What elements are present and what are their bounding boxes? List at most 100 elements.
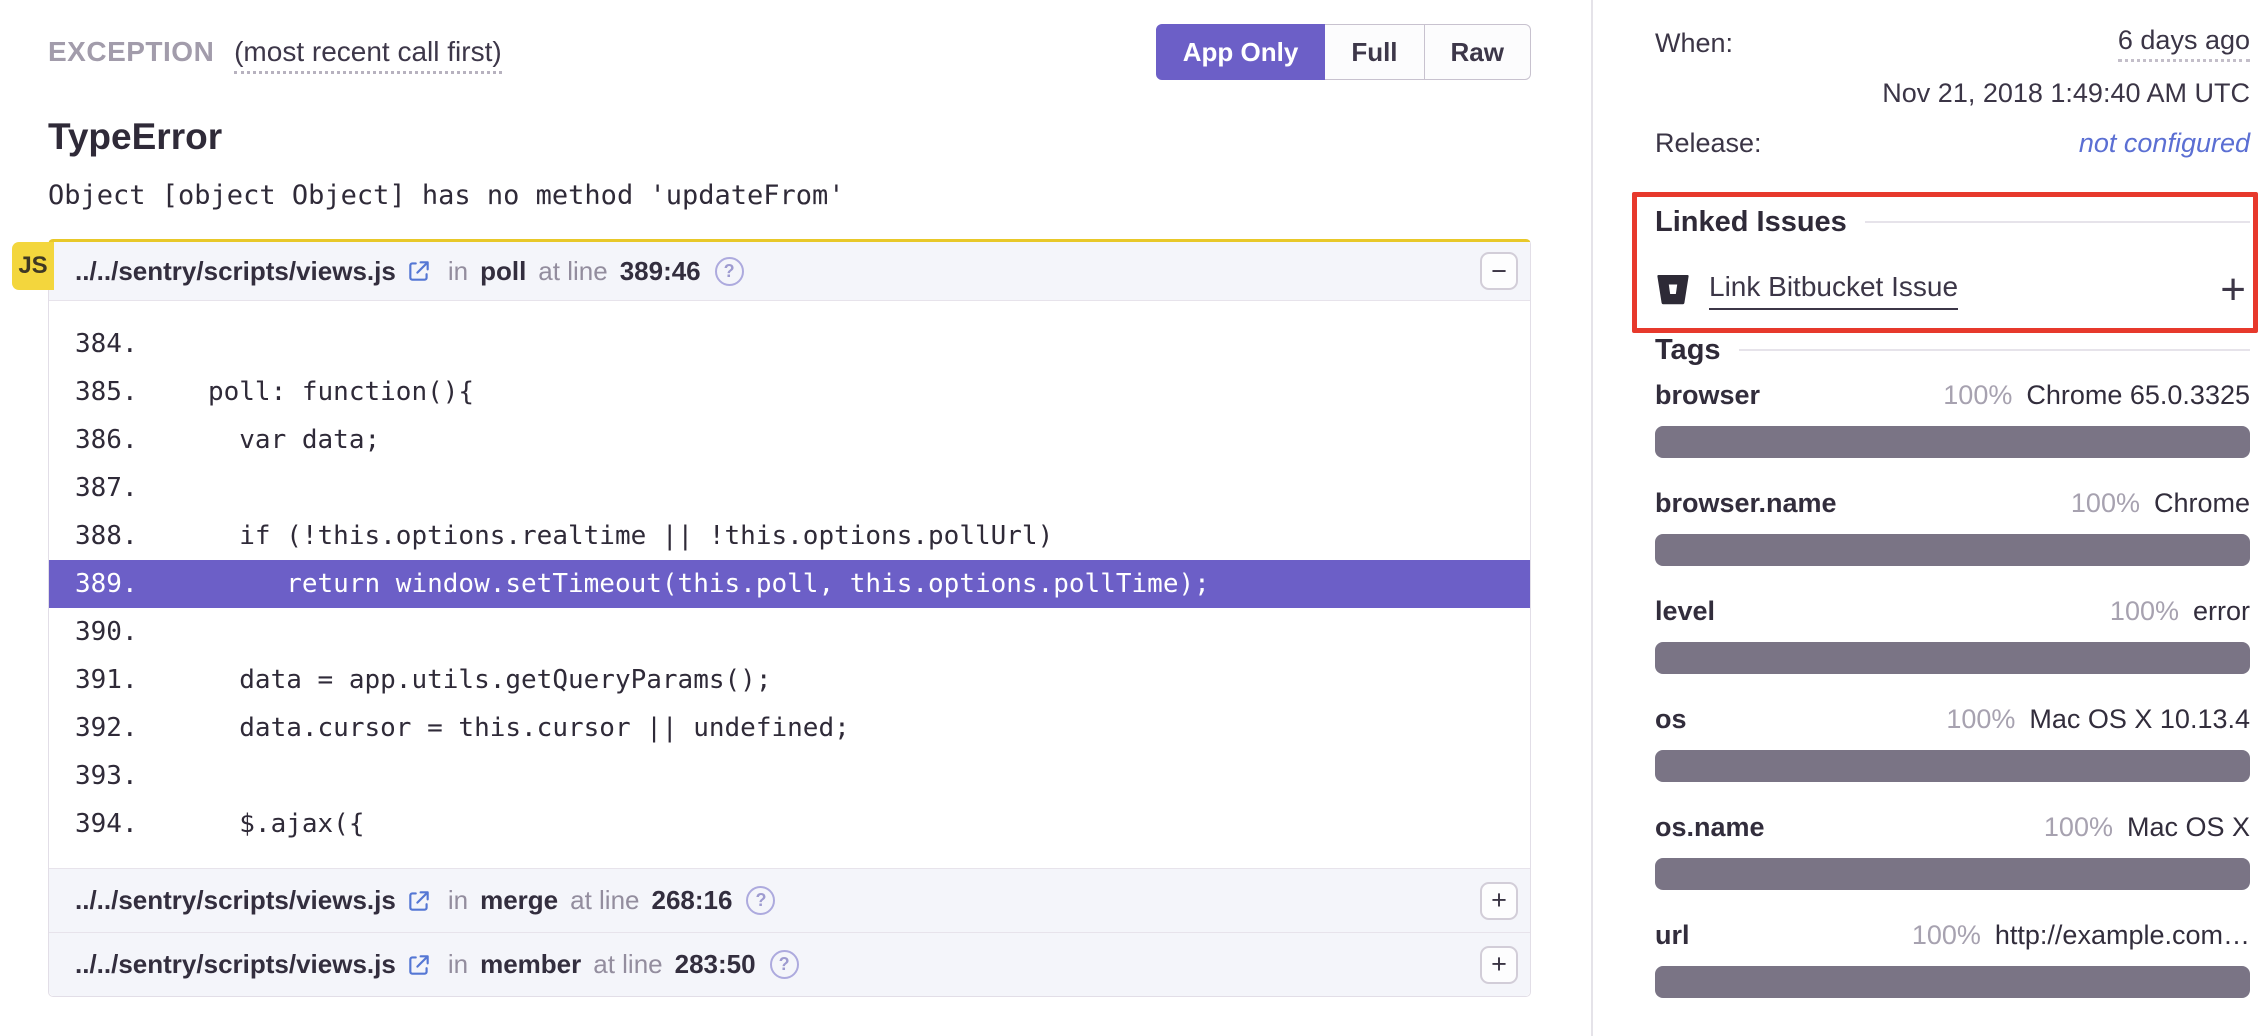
- collapse-frame-button[interactable]: −: [1480, 252, 1518, 290]
- help-question-icon[interactable]: ?: [770, 950, 799, 979]
- tag-key: os.name: [1655, 812, 1765, 843]
- call-order-toggle[interactable]: (most recent call first): [234, 36, 502, 74]
- tag-percent: 100%: [1912, 920, 1981, 951]
- when-relative-time[interactable]: 6 days ago: [2118, 25, 2250, 62]
- frame-file-path: ../../sentry/scripts/views.js: [75, 885, 396, 916]
- code-line-number: 387.: [49, 473, 161, 503]
- code-line-text: poll: function(){: [161, 377, 474, 407]
- stack-frame-header-member[interactable]: ../../sentry/scripts/views.js in member …: [49, 932, 1530, 996]
- frame-at-line-label: at line: [570, 885, 639, 916]
- tag-value: Chrome: [2154, 488, 2250, 519]
- frame-in-label: in: [448, 949, 468, 980]
- platform-js-badge: JS: [12, 242, 54, 290]
- frame-line-number: 268:16: [652, 885, 733, 916]
- frame-at-line-label: at line: [593, 949, 662, 980]
- tag-row-header: browser.name100%Chrome: [1655, 488, 2250, 524]
- code-line-number: 386.: [49, 425, 161, 455]
- tags-heading: Tags: [1655, 326, 2250, 374]
- tag-distribution-bar[interactable]: [1655, 750, 2250, 782]
- when-row: When: 6 days ago: [1655, 18, 2250, 68]
- code-line-number: 391.: [49, 665, 161, 695]
- tag-value: http://example.com…: [1995, 920, 2250, 951]
- tag-key: url: [1655, 920, 1690, 951]
- frame-function-name: member: [480, 949, 581, 980]
- frame-at-line-label: at line: [538, 256, 607, 287]
- code-line-number: 384.: [49, 329, 161, 359]
- code-line: 388. if (!this.options.realtime || !this…: [49, 512, 1530, 560]
- code-line: 387.: [49, 464, 1530, 512]
- error-message: Object [object Object] has no method 'up…: [48, 180, 1531, 211]
- code-line-number: 388.: [49, 521, 161, 551]
- tag-row-header: url 100% http://example.com…: [1655, 920, 2250, 956]
- when-label: When:: [1655, 28, 1733, 59]
- code-line: 392. data.cursor = this.cursor || undefi…: [49, 704, 1530, 752]
- view-toggle-app-only[interactable]: App Only: [1156, 24, 1326, 80]
- code-line: 390.: [49, 608, 1530, 656]
- code-line-number: 393.: [49, 761, 161, 791]
- code-line-text: data.cursor = this.cursor || undefined;: [161, 713, 850, 743]
- tag-row-os: os100%Mac OS X 10.13.4: [1655, 704, 2250, 782]
- tag-value: Mac OS X 10.13.4: [2029, 704, 2250, 735]
- stack-frame-header-poll[interactable]: ../../sentry/scripts/views.js in poll at…: [49, 242, 1530, 300]
- event-sidebar: When: 6 days ago Nov 21, 2018 1:49:40 AM…: [1655, 0, 2250, 1028]
- external-link-icon[interactable]: [406, 888, 432, 914]
- when-absolute-time: Nov 21, 2018 1:49:40 AM UTC: [1655, 68, 2250, 118]
- help-question-icon[interactable]: ?: [715, 257, 744, 286]
- code-line: 393.: [49, 752, 1530, 800]
- stack-frame-header-merge[interactable]: ../../sentry/scripts/views.js in merge a…: [49, 868, 1530, 932]
- frame-line-number: 389:46: [620, 256, 701, 287]
- release-value: not configured: [2079, 128, 2250, 159]
- section-label: EXCEPTION: [48, 36, 214, 67]
- frame-line-number: 283:50: [675, 949, 756, 980]
- bitbucket-icon: [1655, 272, 1691, 308]
- tag-distribution-bar[interactable]: [1655, 858, 2250, 890]
- frame-in-label: in: [448, 885, 468, 916]
- release-row: Release: not configured: [1655, 118, 2250, 168]
- code-line: 385. poll: function(){: [49, 368, 1530, 416]
- tag-row-browser.name: browser.name100%Chrome: [1655, 488, 2250, 566]
- tag-percent: 100%: [2071, 488, 2140, 519]
- add-linked-issue-button[interactable]: +: [2220, 268, 2246, 312]
- tag-value: error: [2193, 596, 2250, 627]
- tag-row-level: level 100% error: [1655, 596, 2250, 674]
- external-link-icon[interactable]: [406, 258, 432, 284]
- code-line: 391. data = app.utils.getQueryParams();: [49, 656, 1530, 704]
- external-link-icon[interactable]: [406, 952, 432, 978]
- code-line: 394. $.ajax({: [49, 800, 1530, 848]
- tag-percent: 100%: [2110, 596, 2179, 627]
- code-line: 386. var data;: [49, 416, 1530, 464]
- tag-percent: 100%: [1943, 380, 2012, 411]
- exception-panel: EXCEPTION (most recent call first) App O…: [48, 0, 1531, 997]
- code-line-text: var data;: [161, 425, 380, 455]
- linked-issues-title: Linked Issues: [1655, 206, 1847, 239]
- tag-row-os.name: os.name100%Mac OS X: [1655, 812, 2250, 890]
- tag-distribution-bar[interactable]: [1655, 426, 2250, 458]
- release-label: Release:: [1655, 128, 1762, 159]
- link-bitbucket-issue-link[interactable]: Link Bitbucket Issue: [1709, 271, 1958, 310]
- heading-rule: [1739, 349, 2250, 351]
- content-sidebar-divider: [1591, 0, 1593, 1036]
- code-line-highlighted: 389. return window.setTimeout(this.poll,…: [49, 560, 1530, 608]
- tag-key: browser: [1655, 380, 1760, 411]
- help-question-icon[interactable]: ?: [746, 886, 775, 915]
- view-toggle-raw[interactable]: Raw: [1425, 24, 1531, 80]
- tag-distribution-bar[interactable]: [1655, 642, 2250, 674]
- tag-row-header: level 100% error: [1655, 596, 2250, 632]
- code-line-text: $.ajax({: [161, 809, 365, 839]
- heading-rule: [1865, 221, 2250, 223]
- frame-in-label: in: [448, 256, 468, 287]
- tag-key: level: [1655, 596, 1715, 627]
- tag-distribution-bar[interactable]: [1655, 966, 2250, 998]
- expand-frame-button[interactable]: +: [1480, 946, 1518, 984]
- frame-function-name: merge: [480, 885, 558, 916]
- tag-row-header: os.name100%Mac OS X: [1655, 812, 2250, 848]
- linked-issues-heading: Linked Issues: [1655, 198, 2250, 246]
- tag-distribution-bar[interactable]: [1655, 534, 2250, 566]
- expand-frame-button[interactable]: +: [1480, 882, 1518, 920]
- view-toggle-full[interactable]: Full: [1325, 24, 1424, 80]
- code-context: 384.385. poll: function(){386. var data;…: [49, 300, 1530, 868]
- code-line-text: if (!this.options.realtime || !this.opti…: [161, 521, 1053, 551]
- code-line-number: 385.: [49, 377, 161, 407]
- stacktrace-frames: JS ../../sentry/scripts/views.js in poll…: [48, 239, 1531, 997]
- tag-row-header: os100%Mac OS X 10.13.4: [1655, 704, 2250, 740]
